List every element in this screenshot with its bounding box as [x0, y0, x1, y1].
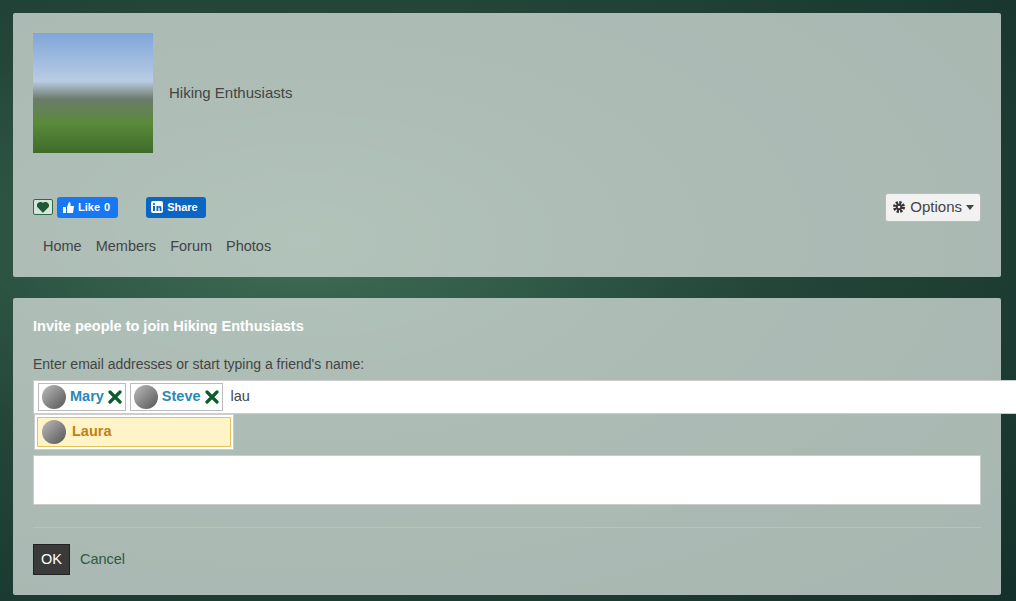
token-name: Mary [70, 386, 104, 408]
linkedin-share-button[interactable]: Share [146, 197, 206, 218]
thumbs-up-icon [63, 202, 74, 213]
nav-tab[interactable]: Forum [170, 236, 212, 258]
like-label: Like [78, 199, 100, 216]
form-actions: OK Cancel [33, 544, 981, 576]
invite-panel: Invite people to join Hiking Enthusiasts… [13, 298, 1001, 595]
ok-button[interactable]: OK [33, 544, 70, 576]
group-name: Hiking Enthusiasts [169, 82, 292, 105]
friend-search-input[interactable] [227, 386, 1016, 408]
remove-icon[interactable] [108, 390, 122, 404]
share-label: Share [167, 199, 198, 216]
remove-icon[interactable] [205, 390, 219, 404]
suggestion-item[interactable]: Laura [37, 417, 231, 447]
facebook-like-button[interactable]: Like0 [57, 197, 118, 218]
avatar-icon [42, 385, 66, 409]
favorite-button[interactable] [33, 199, 53, 215]
group-nav: Home Members Forum Photos [33, 236, 981, 258]
avatar-icon [134, 385, 158, 409]
friend-token: Mary [38, 383, 126, 411]
nav-tab[interactable]: Members [96, 236, 156, 258]
separator [33, 527, 981, 528]
group-header: Hiking Enthusiasts Like0 Share Options Home M… [13, 13, 1001, 277]
invite-field[interactable]: MarySteveLaura [33, 380, 1016, 414]
suggestion-name: Laura [72, 421, 112, 443]
token-name: Steve [162, 386, 201, 408]
social-row: Like0 Share Options [33, 193, 981, 222]
friend-token: Steve [130, 383, 223, 411]
group-photo[interactable] [33, 33, 153, 153]
linkedin-icon [151, 201, 163, 213]
message-input[interactable] [33, 455, 981, 505]
avatar-icon [42, 420, 66, 444]
heart-icon [37, 202, 49, 213]
invite-prompt: Enter email addresses or start typing a … [33, 354, 981, 375]
options-button[interactable]: Options [885, 193, 981, 222]
like-count: 0 [104, 199, 110, 216]
cancel-link[interactable]: Cancel [80, 549, 125, 571]
nav-tab[interactable]: Home [43, 236, 82, 258]
nav-tab[interactable]: Photos [226, 236, 271, 258]
options-label: Options [910, 196, 962, 219]
group-identity: Hiking Enthusiasts [33, 33, 981, 153]
gear-icon [892, 200, 906, 214]
suggestion-menu: Laura [34, 414, 234, 450]
invite-title: Invite people to join Hiking Enthusiasts [33, 318, 981, 335]
caret-down-icon [966, 205, 974, 210]
